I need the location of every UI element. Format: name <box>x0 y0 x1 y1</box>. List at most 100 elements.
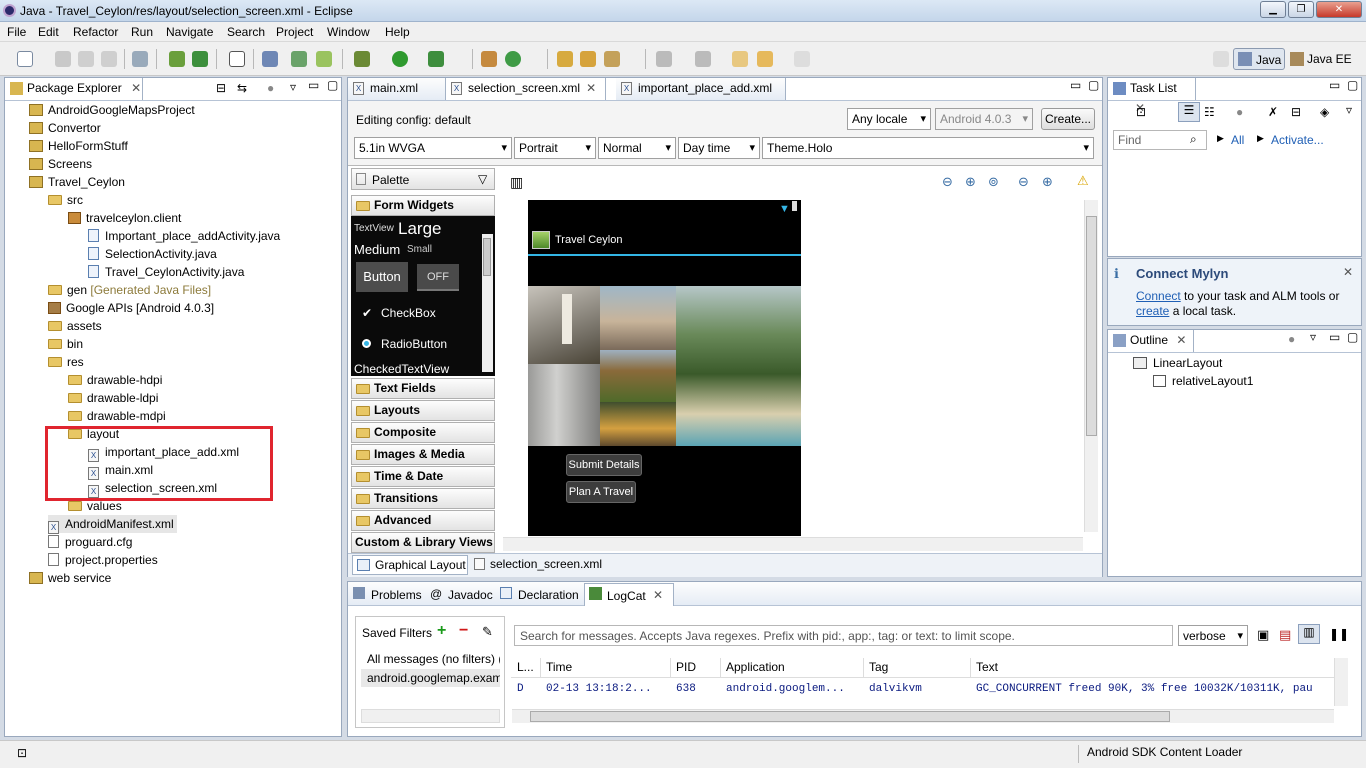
minimize-view-icon[interactable]: ▭ <box>308 78 319 92</box>
open-type-icon[interactable] <box>262 51 278 67</box>
screen-mode-select[interactable]: Normal <box>598 137 676 159</box>
outline-menu-icon[interactable]: ● <box>1288 332 1295 346</box>
palette-section-images-media[interactable]: Images & Media <box>351 444 495 465</box>
checkbox-icon[interactable] <box>229 51 245 67</box>
toggle-filters-icon[interactable]: ▥ <box>1298 624 1320 644</box>
package-explorer-tab[interactable]: Package Explorer ✕ <box>5 78 143 100</box>
zoom-out-icon[interactable]: ⊖ <box>1018 174 1029 190</box>
tree-item[interactable]: Travel_Ceylon <box>29 173 125 191</box>
editor-tab-main[interactable]: Xmain.xml <box>348 78 446 100</box>
create-link[interactable]: create <box>1136 304 1169 318</box>
log-row[interactable]: D 02-13 13:18:2... 638 android.googlem..… <box>512 681 1334 699</box>
sync-icon[interactable]: ● <box>1236 105 1243 119</box>
save-all-icon[interactable] <box>78 51 94 67</box>
palette-button-widget[interactable]: Button <box>356 262 408 292</box>
view-menu-icon[interactable]: ● <box>267 81 274 95</box>
orientation-select[interactable]: Portrait <box>514 137 596 159</box>
clear-log-icon[interactable]: ▤ <box>1279 627 1291 643</box>
edit-filter-icon[interactable]: ✎ <box>482 624 493 640</box>
menu-search[interactable]: Search <box>227 25 265 39</box>
menu-edit[interactable]: Edit <box>38 25 59 39</box>
activate-link[interactable]: Activate... <box>1271 133 1324 147</box>
run-icon[interactable] <box>392 51 408 67</box>
outline-item[interactable]: LinearLayout <box>1133 356 1222 370</box>
palette-section-transitions[interactable]: Transitions <box>351 488 495 509</box>
hide-completed-icon[interactable]: ✗ <box>1268 105 1278 119</box>
new-icon[interactable] <box>17 51 33 67</box>
palette-section-custom-library[interactable]: Custom & Library Views <box>351 532 495 553</box>
minimize-view-icon[interactable]: ▭ <box>1070 78 1081 92</box>
zoom-real-icon[interactable]: ⊚ <box>988 174 999 190</box>
java-perspective-button[interactable]: Java <box>1233 48 1285 70</box>
tree-item[interactable]: assets <box>48 317 102 335</box>
new-java-project-icon[interactable] <box>291 51 307 67</box>
menu-navigate[interactable]: Navigate <box>166 25 213 39</box>
minimize-button[interactable]: ▁ <box>1260 1 1286 18</box>
android-lint-icon[interactable] <box>192 51 208 67</box>
link-with-editor-icon[interactable]: ⇆ <box>237 81 247 95</box>
tree-item[interactable]: HelloFormStuff <box>29 137 128 155</box>
tree-item[interactable]: Important_place_addActivity.java <box>88 227 280 245</box>
connect-link[interactable]: Connect <box>1136 289 1181 303</box>
create-config-button[interactable]: Create... <box>1041 108 1095 130</box>
open-perspective-icon[interactable] <box>1213 51 1229 67</box>
filter-scrollbar[interactable] <box>361 709 500 723</box>
menu-project[interactable]: Project <box>276 25 313 39</box>
last-edit-icon[interactable] <box>732 51 748 67</box>
tree-item[interactable]: drawable-ldpi <box>68 389 158 407</box>
back-arrow-icon[interactable] <box>757 51 773 67</box>
menu-file[interactable]: File <box>7 25 26 39</box>
palette-section-form-widgets[interactable]: Form Widgets <box>351 195 495 216</box>
tree-item[interactable]: AndroidGoogleMapsProject <box>29 101 195 119</box>
pen-icon[interactable] <box>604 51 620 67</box>
android-version-select[interactable]: Android 4.0.3 <box>935 108 1033 130</box>
tree-item[interactable]: project.properties <box>48 551 158 569</box>
tree-item[interactable]: res <box>48 353 84 371</box>
editor-tab-important-place-add[interactable]: Ximportant_place_add.xml <box>616 78 786 100</box>
menu-refactor[interactable]: Refactor <box>73 25 118 39</box>
new-interface-icon[interactable] <box>505 51 521 67</box>
pause-icon[interactable]: ❚❚ <box>1329 627 1349 641</box>
new-package-icon[interactable] <box>316 51 332 67</box>
tree-item[interactable]: drawable-hdpi <box>68 371 162 389</box>
outline-item[interactable]: relativeLayout1 <box>1153 374 1253 388</box>
view-chevron-icon[interactable]: ▿ <box>1310 330 1316 344</box>
palette-section-layouts[interactable]: Layouts <box>351 400 495 421</box>
close-tab-icon[interactable]: ✕ <box>586 81 596 95</box>
zoom-actual-icon[interactable]: ⊕ <box>965 174 976 190</box>
filter-item[interactable]: All messages (no filters) ( <box>361 650 500 668</box>
plan-a-travel-button[interactable]: Plan A Travel <box>566 481 636 503</box>
close-tab-icon[interactable]: ✕ <box>131 81 141 95</box>
palette-toggle-widget[interactable]: OFF <box>417 264 459 291</box>
add-filter-icon[interactable]: + <box>437 622 446 640</box>
next-annotation-icon[interactable] <box>656 51 672 67</box>
close-tab-icon[interactable]: ✕ <box>1176 333 1186 347</box>
tree-item[interactable]: Travel_CeylonActivity.java <box>88 263 244 281</box>
maximize-view-icon[interactable]: ▢ <box>1347 330 1358 344</box>
tree-item[interactable]: web service <box>29 569 111 587</box>
col-time[interactable]: Time <box>546 660 572 674</box>
close-tab-icon[interactable]: ✕ <box>653 588 663 602</box>
graphical-layout-tab[interactable]: Graphical Layout <box>352 555 468 575</box>
col-application[interactable]: Application <box>726 660 785 674</box>
new-task-icon[interactable]: ⊡ <box>1136 105 1146 119</box>
debug-icon[interactable] <box>354 51 370 67</box>
remove-filter-icon[interactable]: − <box>459 622 468 640</box>
javaee-perspective-icon[interactable] <box>1290 52 1304 66</box>
menu-run[interactable]: Run <box>131 25 153 39</box>
collapse-all-icon[interactable]: ⊟ <box>216 81 226 95</box>
tree-item[interactable]: src <box>48 191 83 209</box>
palette-section-text-fields[interactable]: Text Fields <box>351 378 495 399</box>
new-class-icon[interactable] <box>481 51 497 67</box>
col-tag[interactable]: Tag <box>869 660 888 674</box>
palette-section-composite[interactable]: Composite <box>351 422 495 443</box>
tree-item[interactable]: Screens <box>29 155 92 173</box>
maximize-button[interactable]: ❐ <box>1288 1 1314 18</box>
run-external-icon[interactable] <box>428 51 444 67</box>
focus-icon[interactable]: ◈ <box>1320 105 1329 119</box>
palette-menu-icon[interactable]: ▽ <box>478 172 487 186</box>
log-vertical-scrollbar[interactable] <box>1334 658 1348 706</box>
zoom-fit-icon[interactable]: ⊖ <box>942 174 953 190</box>
tree-item[interactable]: Convertor <box>29 119 101 137</box>
zoom-in-icon[interactable]: ⊕ <box>1042 174 1053 190</box>
